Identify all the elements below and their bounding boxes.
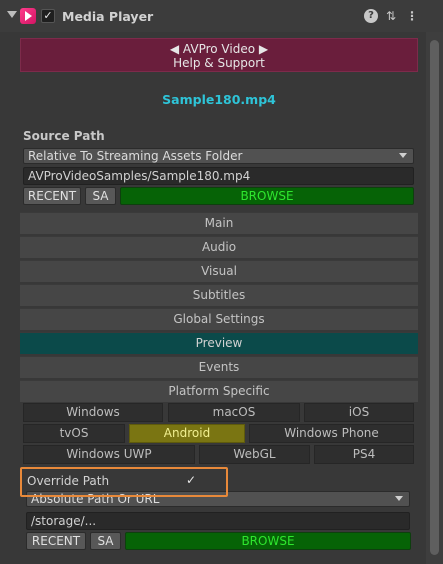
override-browse-button[interactable]: BROWSE xyxy=(125,532,411,550)
highlight-box xyxy=(20,467,228,497)
banner-title: ◀ AVPro Video ▶ xyxy=(169,42,269,56)
chevron-down-icon xyxy=(395,496,403,501)
platform-webgl[interactable]: WebGL xyxy=(199,445,310,464)
tab-audio[interactable]: Audio xyxy=(20,236,418,258)
tab-subtitles[interactable]: Subtitles xyxy=(20,284,418,306)
enable-checkbox[interactable]: ✓ xyxy=(41,9,55,23)
preset-icon[interactable]: ⇅ xyxy=(384,9,398,23)
media-player-icon xyxy=(20,8,36,24)
banner-subtitle: Help & Support xyxy=(173,56,265,70)
tab-global-settings[interactable]: Global Settings xyxy=(20,308,418,330)
tab-preview[interactable]: Preview xyxy=(20,332,418,354)
platform-windows-phone[interactable]: Windows Phone xyxy=(249,424,414,443)
tab-main[interactable]: Main xyxy=(20,212,418,234)
platform-windows-uwp[interactable]: Windows UWP xyxy=(23,445,195,464)
override-recent-button[interactable]: RECENT xyxy=(26,532,86,550)
source-path-field[interactable]: AVProVideoSamples/Sample180.mp4 xyxy=(23,167,414,185)
tab-visual[interactable]: Visual xyxy=(20,260,418,282)
platform-android[interactable]: Android xyxy=(129,424,245,443)
override-sa-button[interactable]: SA xyxy=(90,532,121,550)
tab-events[interactable]: Events xyxy=(20,356,418,378)
scrollbar-thumb[interactable] xyxy=(430,40,439,555)
fold-arrow-icon[interactable] xyxy=(7,11,17,18)
sa-button[interactable]: SA xyxy=(85,187,116,205)
help-icon[interactable]: ? xyxy=(364,9,378,23)
browse-button[interactable]: BROWSE xyxy=(120,187,414,205)
platform-ps4[interactable]: PS4 xyxy=(314,445,414,464)
recent-button[interactable]: RECENT xyxy=(23,187,81,205)
platform-ios[interactable]: iOS xyxy=(304,403,414,422)
source-path-label: Source Path xyxy=(23,129,105,143)
override-path-field[interactable]: /storage/... xyxy=(26,512,410,530)
help-support-banner[interactable]: ◀ AVPro Video ▶ Help & Support xyxy=(20,38,418,72)
tab-platform-specific[interactable]: Platform Specific xyxy=(20,380,418,402)
context-menu-icon[interactable]: ⋮ xyxy=(405,9,419,23)
filename-label: Sample180.mp4 xyxy=(162,92,276,107)
chevron-down-icon xyxy=(399,153,407,158)
source-location-dropdown[interactable]: Relative To Streaming Assets Folder xyxy=(23,148,414,164)
platform-windows[interactable]: Windows xyxy=(23,403,163,422)
platform-tvos[interactable]: tvOS xyxy=(23,424,125,443)
platform-macos[interactable]: macOS xyxy=(168,403,300,422)
source-location-value: Relative To Streaming Assets Folder xyxy=(28,149,243,163)
component-title: Media Player xyxy=(62,9,154,24)
